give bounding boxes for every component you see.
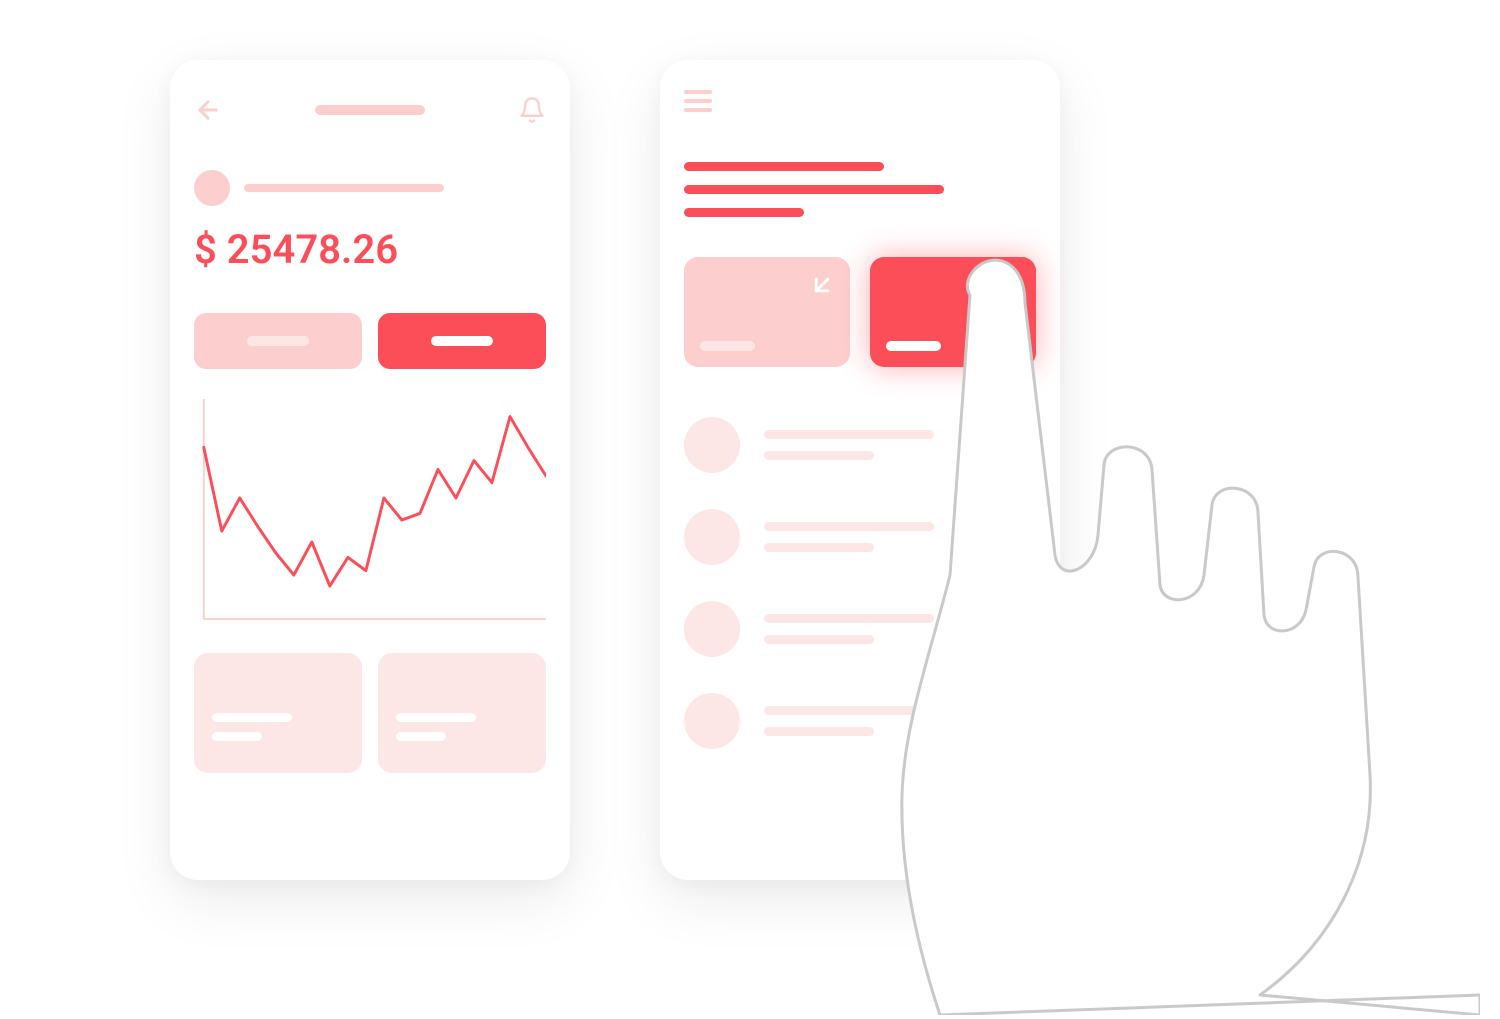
- button-label-placeholder: [431, 336, 493, 346]
- action-label-placeholder: [886, 341, 941, 351]
- page-title-placeholder: [315, 105, 425, 115]
- button-row: [194, 313, 546, 369]
- button-label-placeholder: [247, 336, 309, 346]
- primary-button-1[interactable]: [194, 313, 362, 369]
- list-item-text: [764, 522, 934, 552]
- list-item[interactable]: [684, 417, 1036, 473]
- avatar: [684, 693, 740, 749]
- avatar: [684, 601, 740, 657]
- action-label-placeholder: [700, 341, 755, 351]
- hamburger-menu-icon[interactable]: [684, 90, 1036, 112]
- action-card-outgoing[interactable]: [870, 257, 1036, 367]
- balance-amount: $ 25478.26: [194, 226, 546, 273]
- info-card[interactable]: [194, 653, 362, 773]
- info-card[interactable]: [378, 653, 546, 773]
- transactions-screen: [660, 60, 1060, 880]
- info-card-row: [194, 653, 546, 773]
- action-row: [684, 257, 1036, 367]
- arrow-up-right-icon: [994, 271, 1022, 303]
- action-card-incoming[interactable]: [684, 257, 850, 367]
- info-text-placeholder: [212, 713, 292, 722]
- transaction-list: [684, 417, 1036, 749]
- avatar: [684, 417, 740, 473]
- profile-row: [194, 170, 546, 206]
- heading-placeholder: [684, 162, 1036, 217]
- list-item[interactable]: [684, 509, 1036, 565]
- arrow-down-left-icon: [808, 271, 836, 303]
- list-item-text: [764, 614, 934, 644]
- profile-name-placeholder: [244, 184, 444, 192]
- list-item[interactable]: [684, 693, 1036, 749]
- list-item-text: [764, 706, 934, 736]
- info-text-placeholder: [396, 713, 476, 722]
- avatar: [684, 509, 740, 565]
- list-item[interactable]: [684, 601, 1036, 657]
- list-item-text: [764, 430, 934, 460]
- primary-button-2[interactable]: [378, 313, 546, 369]
- header: [194, 90, 546, 130]
- balance-chart: [194, 399, 546, 629]
- avatar[interactable]: [194, 170, 230, 206]
- dashboard-screen: $ 25478.26: [170, 60, 570, 880]
- info-text-placeholder: [212, 732, 262, 741]
- back-arrow-icon[interactable]: [194, 96, 222, 124]
- info-text-placeholder: [396, 732, 446, 741]
- bell-icon[interactable]: [518, 96, 546, 124]
